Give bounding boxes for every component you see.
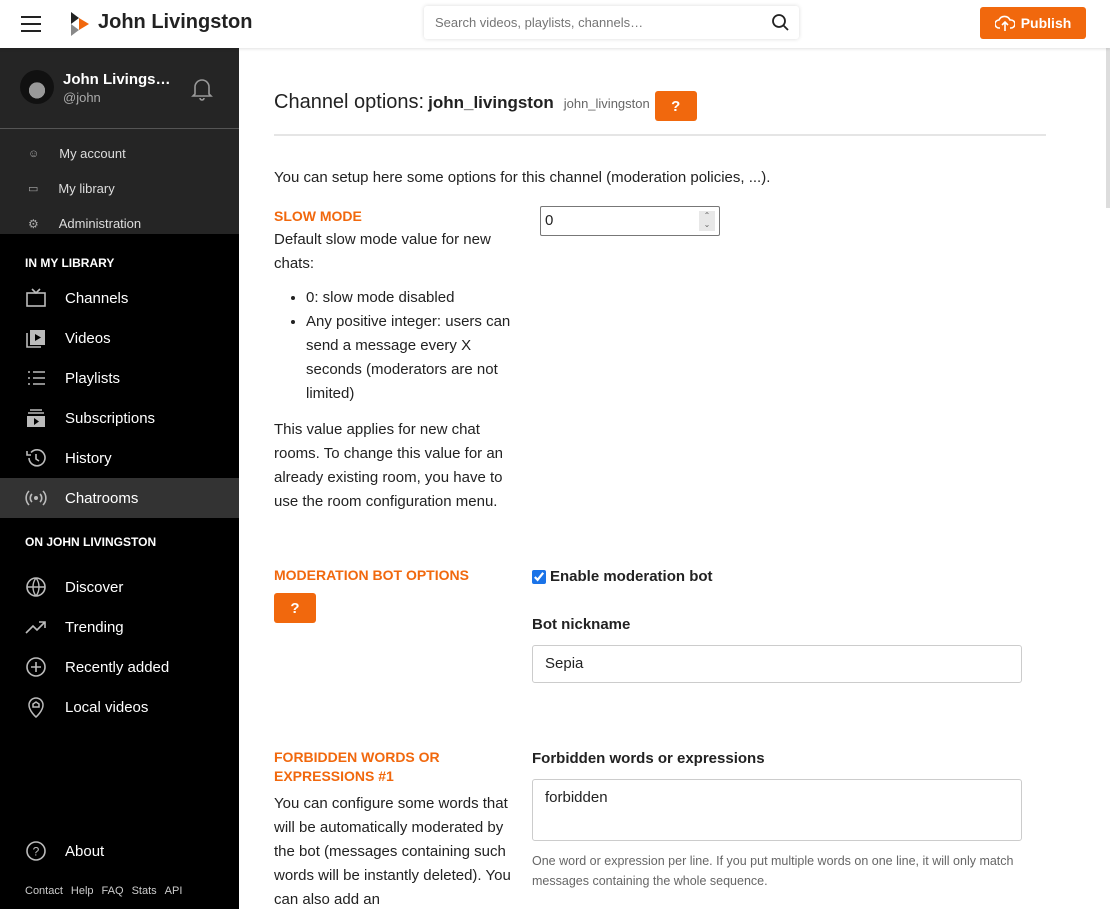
list-icon — [28, 371, 45, 385]
slow-mode-note: This value applies for new chat rooms. T… — [274, 421, 504, 510]
channel-name: john_livingston — [428, 93, 554, 112]
user-menu-administration[interactable]: ⚙ Administration — [0, 206, 239, 241]
sidebar-item-subscriptions[interactable]: Subscriptions — [0, 398, 239, 438]
channel-handle: john_livingston — [563, 96, 650, 111]
divider — [274, 134, 1046, 136]
scrollbar[interactable] — [1106, 48, 1110, 208]
forbidden-words-field-label: Forbidden words or expressions — [532, 750, 765, 767]
user-icon: ☺ — [28, 147, 40, 160]
trending-icon — [25, 621, 46, 634]
footer-help[interactable]: Help — [71, 885, 94, 897]
help-button[interactable]: ? — [654, 91, 697, 121]
bot-nickname-label: Bot nickname — [532, 616, 631, 633]
intro-text: You can setup here some options for this… — [274, 169, 771, 186]
brand-title[interactable]: John Livingston — [98, 11, 252, 34]
sidebar-item-chatrooms[interactable]: Chatrooms — [0, 478, 239, 518]
footer-links: Contact Help FAQ Stats API — [25, 885, 182, 897]
search-input[interactable] — [424, 6, 754, 39]
help-circle-icon: ? — [26, 841, 46, 861]
user-name[interactable]: John Livings… — [63, 71, 171, 88]
tv-icon: ▭ — [28, 183, 39, 195]
sidebar-item-channels[interactable]: Channels — [0, 278, 239, 318]
slow-mode-bullet: 0: slow mode disabled — [306, 286, 514, 310]
home-icon — [28, 697, 44, 718]
sidebar-item-recently-added[interactable]: Recently added — [0, 647, 239, 687]
user-menu-my-library[interactable]: ▭ My library — [0, 171, 239, 206]
sidebar: John Livings… @john ☺ My account ▭ My libr… — [0, 48, 239, 909]
forbidden-words-label: FORBIDDEN WORDS OR EXPRESSIONS #1 — [274, 749, 440, 784]
forbidden-words-desc: You can configure some words that will b… — [274, 795, 511, 908]
moderation-bot-label: MODERATION BOT OPTIONS — [274, 567, 469, 583]
search-icon[interactable] — [772, 14, 789, 31]
plus-circle-icon — [26, 657, 46, 677]
bell-icon[interactable] — [191, 77, 213, 101]
slow-mode-input[interactable]: 0 ⌃ ⌄ — [540, 206, 720, 236]
bot-help-button[interactable]: ? — [274, 593, 316, 623]
sidebar-item-about[interactable]: ? About — [0, 831, 239, 871]
enable-bot-checkbox[interactable] — [532, 569, 546, 584]
sidebar-item-trending[interactable]: Trending — [0, 607, 239, 647]
instance-section-title: ON JOHN LIVINGSTON — [25, 535, 157, 549]
sidebar-item-history[interactable]: History — [0, 438, 239, 478]
avatar[interactable] — [20, 70, 54, 104]
footer-api[interactable]: API — [165, 885, 183, 897]
sidebar-item-local-videos[interactable]: Local videos — [0, 687, 239, 727]
footer-stats[interactable]: Stats — [132, 885, 157, 897]
divider — [0, 128, 239, 129]
svg-text:?: ? — [33, 845, 40, 859]
sidebar-item-videos[interactable]: Videos — [0, 318, 239, 358]
spinner-arrows-icon[interactable]: ⌃ ⌄ — [699, 211, 715, 231]
forbidden-words-textarea[interactable]: forbidden — [532, 779, 1022, 841]
sidebar-item-discover[interactable]: Discover — [0, 567, 239, 607]
forbidden-words-hint: One word or expression per line. If you … — [532, 854, 1014, 888]
upload-cloud-icon — [994, 15, 1015, 31]
bot-nickname-input[interactable]: Sepia — [532, 645, 1022, 683]
user-handle: @john — [63, 90, 101, 105]
slow-mode-desc: Default slow mode value for new chats: — [274, 231, 491, 272]
broadcast-icon — [25, 490, 47, 506]
subscriptions-icon — [27, 409, 45, 427]
user-panel: John Livings… @john ☺ My account ▭ My libr… — [0, 48, 239, 234]
footer-faq[interactable]: FAQ — [102, 885, 124, 897]
slow-mode-bullet: Any positive integer: users can send a m… — [306, 310, 514, 406]
tv-icon — [26, 288, 46, 307]
slow-mode-label: SLOW MODE — [274, 208, 362, 224]
search-box[interactable] — [424, 6, 799, 39]
enable-bot-row: Enable moderation bot — [532, 568, 713, 585]
user-menu-my-account[interactable]: ☺ My account — [0, 136, 239, 171]
page-title: Channel options: john_livingston john_li… — [274, 91, 697, 121]
sidebar-item-playlists[interactable]: Playlists — [0, 358, 239, 398]
top-bar: John Livingston Publish — [0, 0, 1110, 48]
footer-contact[interactable]: Contact — [25, 885, 63, 897]
publish-button[interactable]: Publish — [980, 7, 1086, 39]
publish-label: Publish — [1020, 15, 1072, 31]
logo-icon — [71, 12, 89, 36]
menu-icon[interactable] — [21, 16, 41, 32]
globe-icon — [26, 577, 46, 597]
gear-icon: ⚙ — [28, 216, 39, 231]
video-icon — [26, 330, 45, 348]
history-icon — [26, 449, 46, 467]
